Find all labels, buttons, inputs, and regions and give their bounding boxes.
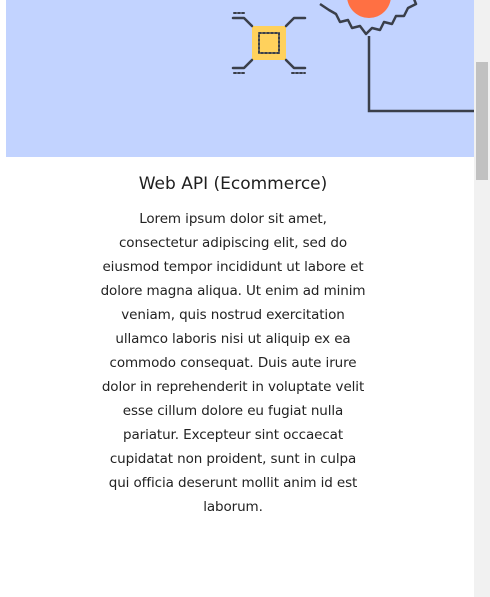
chip-icon <box>231 12 307 74</box>
hero-svg <box>231 0 474 113</box>
page-viewport: Web API (Ecommerce) Lorem ipsum dolor si… <box>0 0 474 597</box>
card-description: Lorem ipsum dolor sit amet, consectetur … <box>100 211 366 515</box>
hero-illustration <box>6 0 474 157</box>
card-title: Web API (Ecommerce) <box>138 174 328 194</box>
vertical-scrollbar[interactable] <box>474 0 490 597</box>
scrollbar-thumb[interactable] <box>476 62 488 180</box>
gear-icon <box>319 0 474 113</box>
